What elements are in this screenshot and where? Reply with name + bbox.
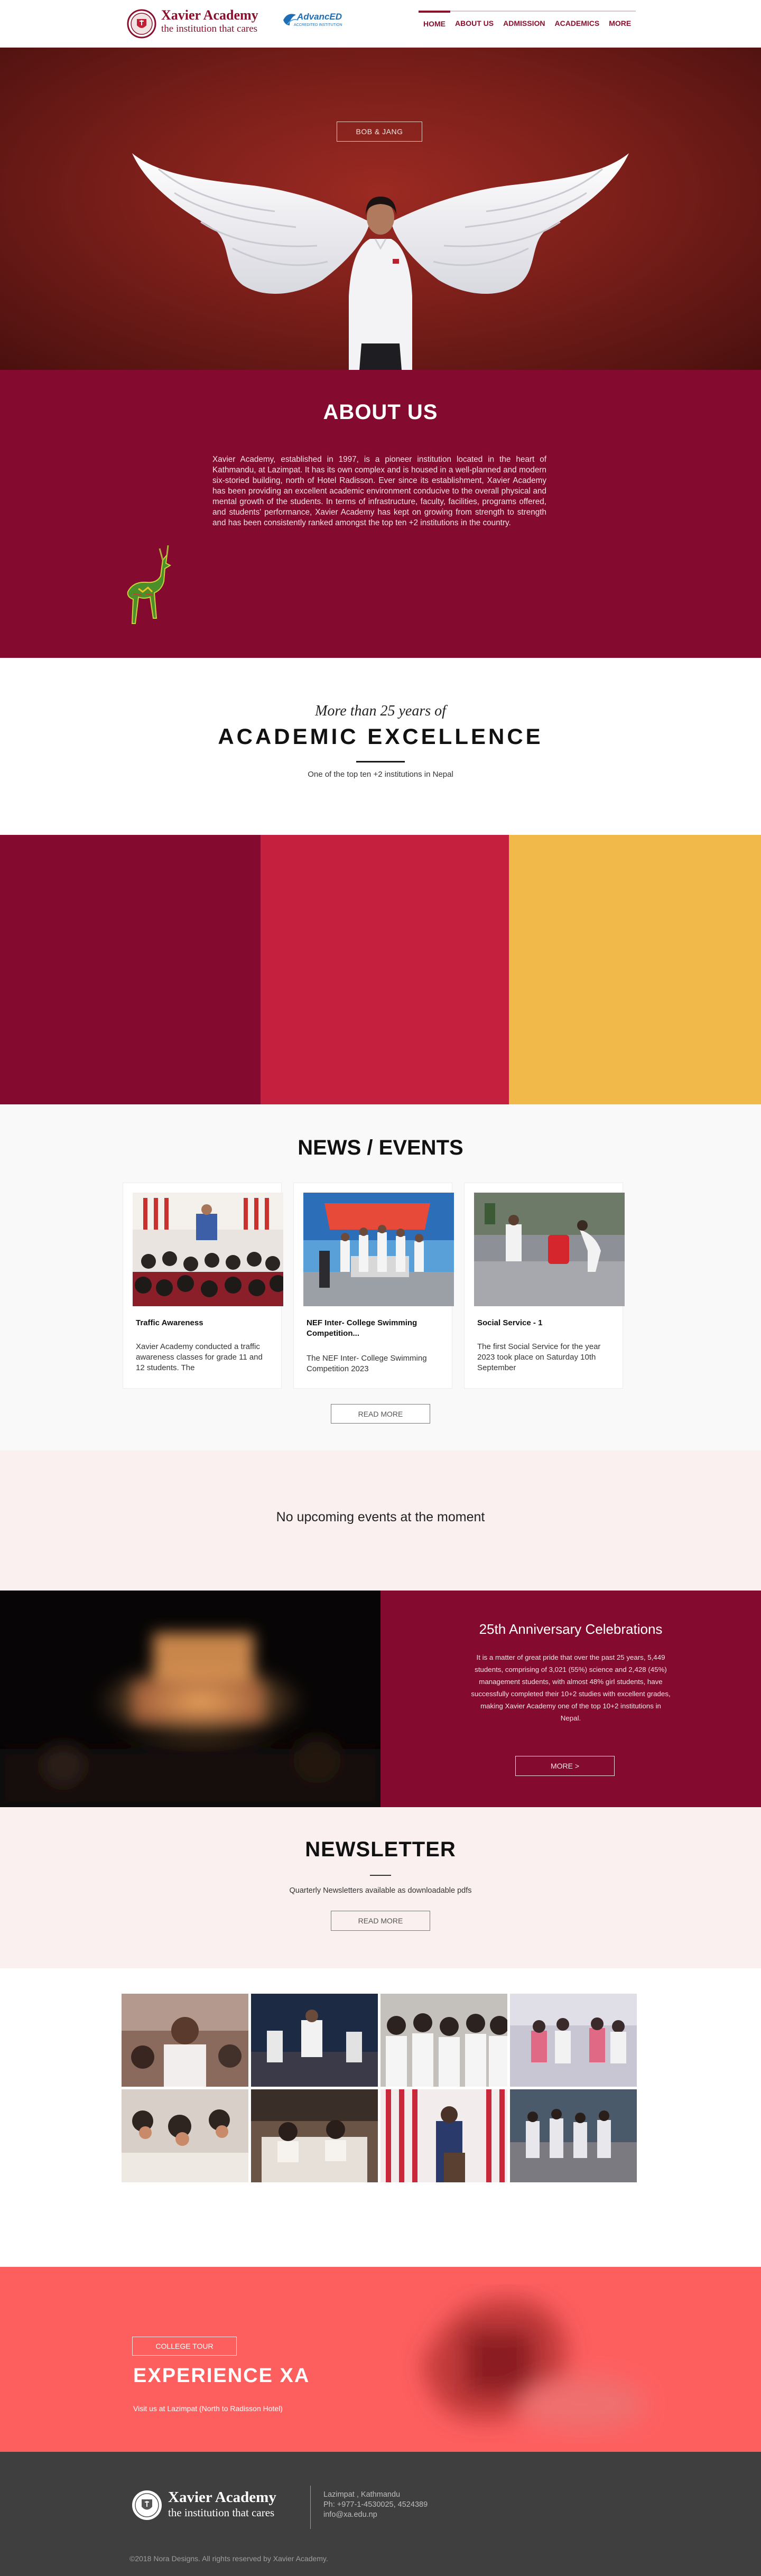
- gallery-photo[interactable]: [122, 1994, 248, 2087]
- color-band-crimson: [261, 835, 509, 1104]
- hero-winged-student-image: [132, 153, 629, 370]
- footer-address: Lazimpat , Kathmandu: [323, 2490, 401, 2499]
- excellence-pretitle: More than 25 years of: [315, 703, 446, 719]
- news-image-swimming-competition[interactable]: [303, 1193, 454, 1306]
- news-title: NEWS / EVENTS: [298, 1136, 463, 1159]
- news-events-section: NEWS / EVENTS Traffic Awareness Xavier A…: [0, 1104, 761, 1450]
- newsletter-section: NEWSLETTER Quarterly Newsletters availab…: [0, 1807, 761, 1968]
- footer-tagline: the institution that cares: [168, 2506, 275, 2519]
- logo-tagline: the institution that cares: [161, 23, 258, 34]
- newsletter-read-more-button[interactable]: READ MORE: [331, 1911, 430, 1931]
- anniversary-more-button[interactable]: MORE >: [515, 1756, 615, 1776]
- gallery-photo[interactable]: [251, 2089, 378, 2182]
- hero-button[interactable]: BOB & JANG: [337, 122, 422, 142]
- campus-building-image: [423, 2298, 645, 2431]
- experience-subtitle: Visit us at Lazimpat (North to Radisson …: [133, 2404, 283, 2413]
- footer-phone[interactable]: Ph: +977-1-4530025, 4524389: [323, 2500, 428, 2509]
- footer-school-name: Xavier Academy: [168, 2489, 276, 2506]
- newsletter-divider: [370, 1875, 391, 1876]
- school-crest-icon[interactable]: [127, 7, 156, 40]
- nav-item-about-us[interactable]: ABOUT US: [450, 11, 499, 35]
- gazelle-sculpture-icon: [127, 545, 172, 624]
- news-card[interactable]: Traffic Awareness Xavier Academy conduct…: [123, 1183, 283, 1389]
- gallery-photo[interactable]: [380, 1994, 507, 2087]
- college-tour-tag[interactable]: COLLEGE TOUR: [132, 2337, 237, 2356]
- footer-email[interactable]: info@xa.edu.np: [323, 2510, 377, 2519]
- about-title: ABOUT US: [323, 401, 438, 424]
- gallery-photo[interactable]: [251, 1994, 378, 2087]
- news-image-traffic-awareness[interactable]: [133, 1193, 283, 1306]
- anniversary-title: 25th Anniversary Celebrations: [479, 1621, 663, 1637]
- photo-gallery: [0, 1968, 761, 2267]
- site-header: Xavier Academy the institution that care…: [0, 0, 761, 48]
- about-text: Xavier Academy, established in 1997, is …: [212, 455, 546, 527]
- nav-item-more[interactable]: MORE: [604, 11, 636, 35]
- anniversary-panel: 25th Anniversary Celebrations It is a ma…: [380, 1591, 761, 1807]
- news-card-title[interactable]: NEF Inter- College Swimming Competition.…: [307, 1318, 441, 1339]
- footer-crest-icon: [132, 2490, 162, 2520]
- excellence-divider: [356, 761, 405, 762]
- anniversary-text: It is a matter of great pride that over …: [471, 1653, 671, 1722]
- nav-item-home[interactable]: HOME: [419, 11, 450, 35]
- gallery-photo[interactable]: [510, 2089, 637, 2182]
- color-band-gold: [509, 835, 761, 1104]
- nav-item-academics[interactable]: ACADEMICS: [550, 11, 605, 35]
- accreditation-badge-sublabel: ACCREDITED INSTITUTION: [294, 23, 342, 27]
- excellence-title: ACADEMIC EXCELLENCE: [218, 724, 543, 749]
- news-card-excerpt: Xavier Academy conducted a traffic aware…: [136, 1342, 263, 1372]
- main-nav: HOME ABOUT US ADMISSION ACADEMICS MORE: [419, 11, 636, 35]
- newsletter-title: NEWSLETTER: [305, 1838, 456, 1861]
- excellence-subtitle: One of the top ten +2 institutions in Ne…: [308, 770, 453, 779]
- experience-title: EXPERIENCE XA: [133, 2365, 310, 2387]
- footer-copyright: ©2018 Nora Designs. All rights reserved …: [129, 2554, 328, 2563]
- gallery-photo[interactable]: [122, 2089, 248, 2182]
- news-card[interactable]: Social Service - 1 The first Social Serv…: [464, 1183, 625, 1389]
- about-section: ABOUT US Xavier Academy, established in …: [0, 370, 761, 658]
- upcoming-events-section: No upcoming events at the moment: [0, 1450, 761, 1591]
- news-card-title[interactable]: Traffic Awareness: [136, 1318, 271, 1328]
- gallery-photo[interactable]: [510, 1994, 637, 2087]
- logo-name[interactable]: Xavier Academy: [161, 7, 258, 23]
- news-card-excerpt: The first Social Service for the year 20…: [477, 1342, 601, 1372]
- news-card-title[interactable]: Social Service - 1: [477, 1318, 612, 1328]
- news-read-more-button[interactable]: READ MORE: [331, 1404, 430, 1424]
- hero-banner: BOB & JANG: [0, 48, 761, 370]
- site-footer: Xavier Academy the institution that care…: [0, 2452, 761, 2576]
- news-card-excerpt: The NEF Inter- College Swimming Competit…: [307, 1354, 427, 1373]
- anniversary-photo: [0, 1591, 380, 1807]
- news-card[interactable]: NEF Inter- College Swimming Competition.…: [293, 1183, 454, 1389]
- experience-section: COLLEGE TOUR EXPERIENCE XA Visit us at L…: [0, 2267, 761, 2452]
- no-events-message: No upcoming events at the moment: [276, 1510, 485, 1524]
- newsletter-subtitle: Quarterly Newsletters available as downl…: [289, 1886, 472, 1895]
- nav-item-admission[interactable]: ADMISSION: [498, 11, 550, 35]
- color-band-maroon: [0, 835, 261, 1104]
- news-image-social-service[interactable]: [474, 1193, 625, 1306]
- gallery-photo[interactable]: [380, 2089, 507, 2182]
- excellence-section: More than 25 years of ACADEMIC EXCELLENC…: [0, 658, 761, 835]
- accreditation-badge-label: AdvancED: [297, 12, 342, 22]
- footer-divider: [310, 2486, 311, 2529]
